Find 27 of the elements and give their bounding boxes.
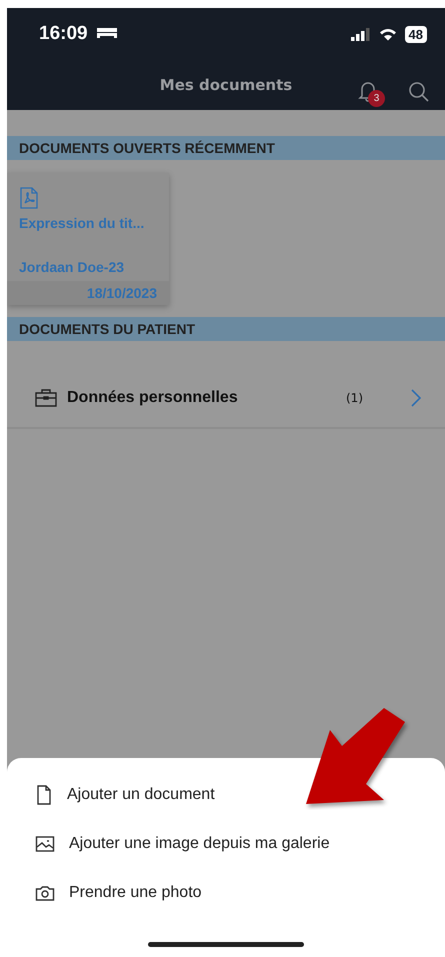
patient-name: Jordaan Doe-23	[19, 259, 126, 275]
action-item[interactable]: Ajouter un document	[35, 780, 445, 810]
page-title: Mes documents	[160, 76, 292, 94]
notification-badge: 3	[368, 90, 385, 107]
action-item[interactable]: Prendre une photo	[35, 878, 445, 908]
document-count: (1)	[346, 391, 363, 405]
folder-row[interactable]: Données personnelles (1)	[7, 369, 445, 429]
notifications-button[interactable]: 3	[358, 80, 386, 108]
battery-level: 48	[404, 26, 427, 42]
bed-icon	[96, 27, 118, 41]
briefcase-icon	[35, 389, 57, 407]
document-title: Expression du tit...	[19, 215, 146, 231]
action-item[interactable]: Ajouter une image depuis ma galerie	[35, 829, 445, 859]
status-time: 16:09	[39, 23, 88, 45]
document-icon	[35, 785, 53, 805]
bell-icon	[358, 80, 378, 102]
search-icon[interactable]	[408, 80, 429, 102]
folder-name: Données personnelles	[67, 389, 239, 407]
wifi-icon	[378, 28, 397, 40]
chevron-right-icon	[411, 389, 421, 407]
signal-icon	[350, 28, 371, 40]
image-icon	[35, 835, 55, 853]
pdf-icon	[19, 187, 39, 209]
section-header: DOCUMENTS OUVERTS RÉCEMMENT	[7, 136, 445, 160]
camera-icon	[35, 884, 55, 902]
document-date: 18/10/2023	[86, 285, 157, 301]
section-header: DOCUMENTS DU PATIENT	[7, 317, 445, 341]
